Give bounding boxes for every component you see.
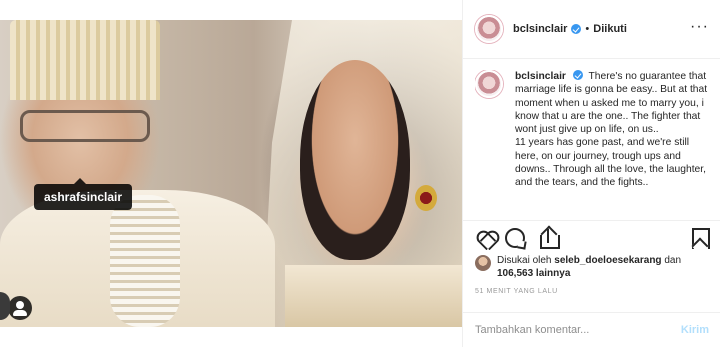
user-tag-icon[interactable]: [8, 296, 32, 320]
post-timestamp[interactable]: 51 MENIT YANG LALU: [475, 288, 558, 295]
likes-summary: Disukai oleh seleb_doeloesekarang dan 10…: [475, 254, 715, 280]
verified-badge-icon: [571, 24, 582, 34]
groom-cap: [10, 20, 160, 100]
profile-avatar[interactable]: [475, 15, 503, 43]
caption-section: bclsinclair There's no guarantee that ma…: [475, 70, 715, 218]
actions-divider: [463, 220, 720, 221]
following-button[interactable]: Diikuti: [593, 23, 627, 35]
flower-garland: [110, 195, 180, 327]
bookmark-icon[interactable]: [687, 226, 711, 250]
caption-author[interactable]: bclsinclair: [515, 71, 566, 82]
caption-verified-icon: [572, 70, 583, 80]
header-divider: [463, 58, 720, 59]
post-comment-button[interactable]: Kirim: [681, 324, 709, 336]
groom-glasses: [20, 110, 150, 142]
share-icon[interactable]: [537, 226, 561, 250]
post-photo[interactable]: ashrafsinclair: [0, 20, 462, 327]
liker-avatar[interactable]: [475, 255, 491, 271]
likes-connector: dan: [664, 255, 682, 266]
heart-icon[interactable]: [475, 226, 499, 250]
comment-icon[interactable]: [505, 228, 525, 248]
caption-text: bclsinclair There's no guarantee that ma…: [515, 70, 715, 218]
bride-shoulder: [285, 265, 462, 327]
user-tag-label[interactable]: ashrafsinclair: [34, 178, 133, 210]
action-bar: [475, 226, 711, 250]
post-side-panel: bclsinclair • Diikuti ··· bclsinclair Th…: [462, 0, 720, 347]
comment-input[interactable]: [475, 323, 681, 336]
more-options-icon[interactable]: ···: [690, 18, 709, 36]
likes-count[interactable]: 106,563 lainnya: [497, 268, 570, 279]
liker-username[interactable]: seleb_doeloesekarang: [554, 255, 661, 266]
username-link[interactable]: bclsinclair: [513, 23, 567, 35]
post-header: bclsinclair • Diikuti ···: [463, 10, 720, 48]
likes-text: Disukai oleh seleb_doeloesekarang dan 10…: [497, 254, 681, 280]
separator-dot: •: [585, 23, 590, 35]
bride-head: [300, 60, 410, 260]
earring: [415, 185, 437, 211]
caption-avatar[interactable]: [475, 70, 503, 98]
likes-prefix: Disukai oleh: [497, 255, 552, 266]
comment-bar: Kirim: [463, 312, 720, 347]
caption-body-2: 11 years has gone past, and we're still …: [515, 137, 707, 189]
